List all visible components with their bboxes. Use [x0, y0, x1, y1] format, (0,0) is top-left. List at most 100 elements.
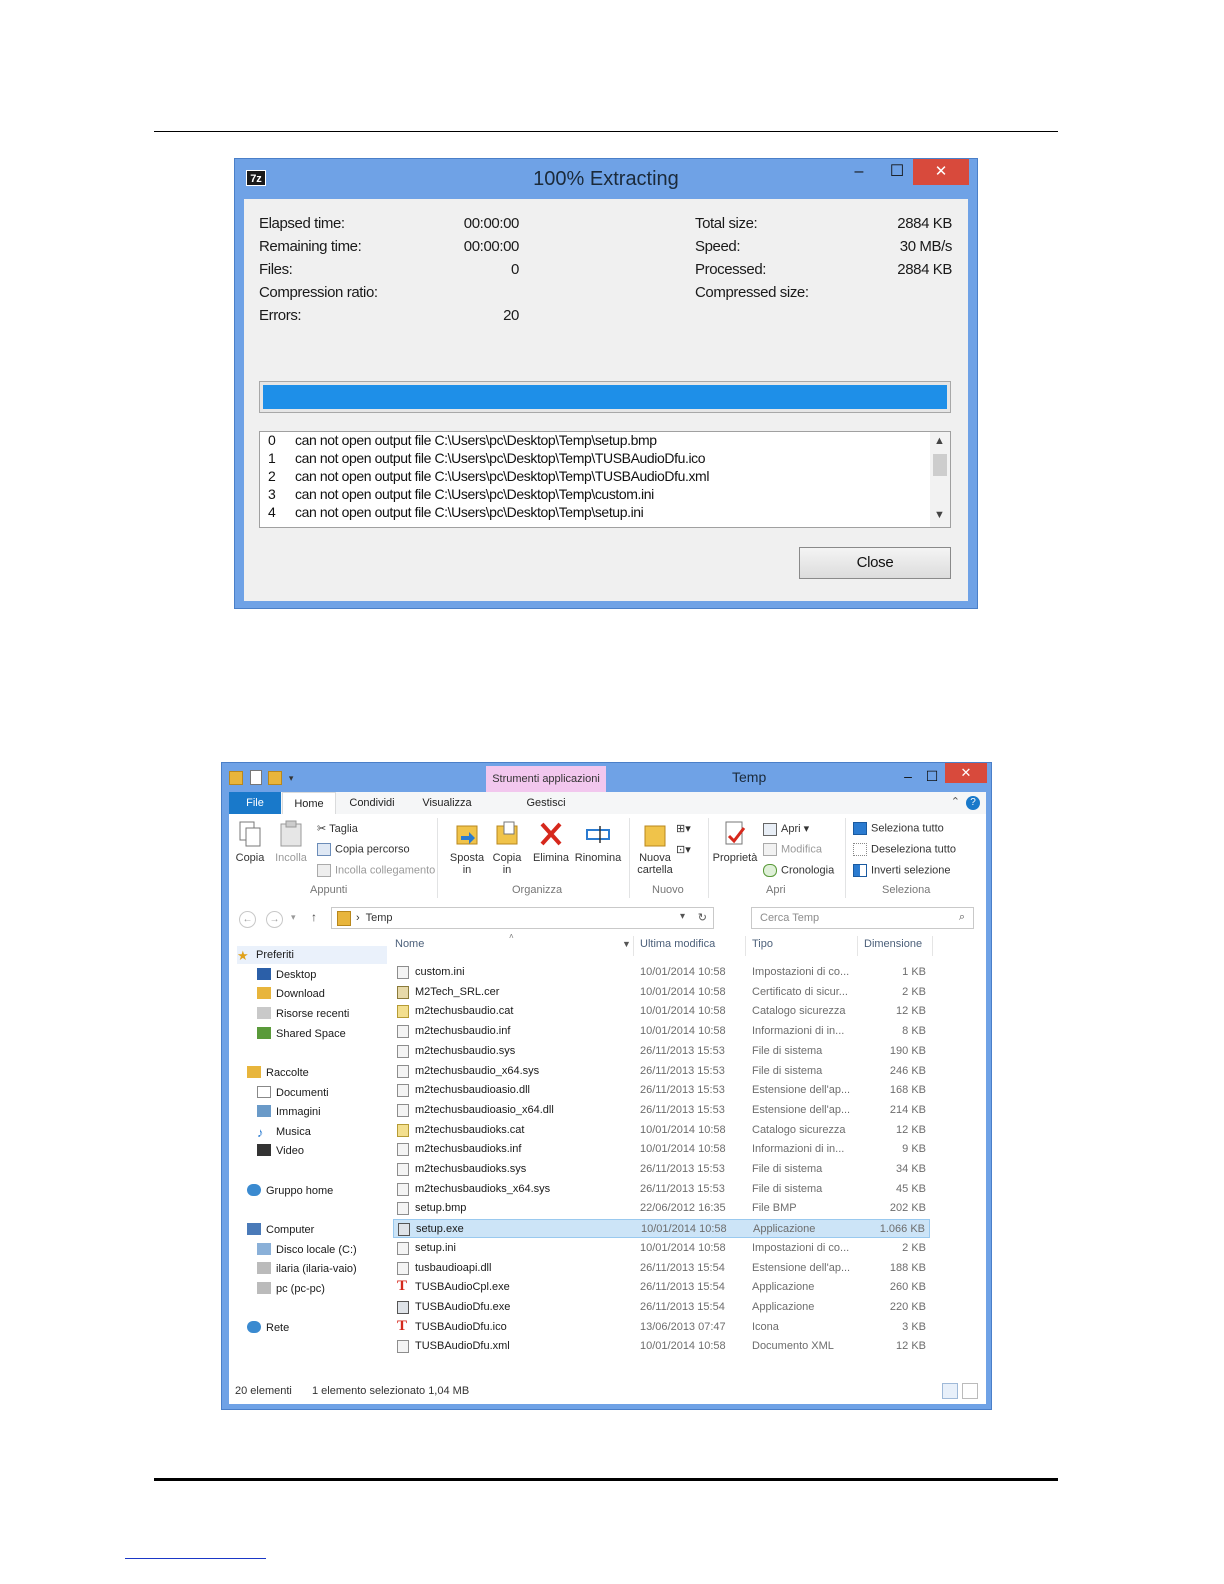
nav-preferiti[interactable]: ★ Preferiti: [237, 946, 387, 964]
file-row[interactable]: custom.ini 10/01/2014 10:58 Impostazioni d…: [393, 963, 930, 982]
file-row[interactable]: m2techusbaudioks.inf 10/01/2014 10:58 Info…: [393, 1140, 930, 1159]
large-icons-view-icon[interactable]: [962, 1383, 978, 1399]
new-folder-button[interactable]: Nuova cartella: [633, 820, 677, 876]
tab-visualizza[interactable]: Visualizza: [415, 792, 479, 814]
file-row[interactable]: TUSBAudioDfu.exe 26/11/2013 15:54 Applicaz…: [393, 1298, 930, 1317]
error-list-scrollbar[interactable]: ▲ ▼: [930, 432, 950, 527]
collapse-ribbon-icon[interactable]: ⌃: [951, 796, 960, 808]
nav-desktop[interactable]: Desktop: [257, 966, 316, 984]
search-box[interactable]: Cerca Temp ⌕: [751, 907, 974, 929]
maximize-button[interactable]: ☐: [879, 159, 915, 185]
file-row[interactable]: m2techusbaudio.cat 10/01/2014 10:58 Catalo…: [393, 1002, 930, 1021]
tab-home[interactable]: Home: [282, 792, 336, 814]
breadcrumb-temp[interactable]: Temp: [366, 912, 393, 924]
easy-access-icon[interactable]: ⊡▾: [676, 843, 691, 856]
address-dropdown-icon[interactable]: ▾: [680, 911, 685, 922]
recent-locations-icon[interactable]: ▾: [291, 912, 296, 923]
nav-download[interactable]: Download: [257, 985, 325, 1003]
file-row[interactable]: m2techusbaudioks.sys 26/11/2013 15:53 File…: [393, 1160, 930, 1179]
tab-file[interactable]: File: [229, 792, 281, 814]
nav-video[interactable]: Video: [257, 1142, 304, 1160]
nav-gruppo-home[interactable]: Gruppo home: [247, 1182, 333, 1200]
file-row[interactable]: m2techusbaudio.sys 26/11/2013 15:53 File d…: [393, 1042, 930, 1061]
file-row[interactable]: m2techusbaudioasio.dll 26/11/2013 15:53 Es…: [393, 1081, 930, 1100]
rename-button[interactable]: Rinomina: [573, 820, 623, 864]
properties-button[interactable]: Proprietà: [712, 820, 758, 864]
nav-rete[interactable]: Rete: [247, 1319, 289, 1337]
column-dropdown-icon[interactable]: ▼: [622, 939, 631, 949]
file-row[interactable]: setup.ini 10/01/2014 10:58 Impostazioni di…: [393, 1239, 930, 1258]
column-header-type[interactable]: Tipo: [752, 938, 773, 950]
nav-shared-space[interactable]: Shared Space: [257, 1025, 346, 1043]
address-bar[interactable]: › Temp ▾ ↻: [331, 907, 714, 929]
column-separator[interactable]: [633, 936, 634, 956]
error-list[interactable]: 0 can not open output file C:\Users\pc\D…: [259, 431, 951, 528]
scroll-down-icon[interactable]: ▼: [934, 509, 945, 521]
cut-button[interactable]: ✂ Taglia: [317, 822, 358, 835]
file-row[interactable]: T TUSBAudioDfu.ico 13/06/2013 07:47 Icona 3 …: [393, 1318, 930, 1337]
back-arrow-icon[interactable]: ←: [239, 911, 256, 928]
file-row[interactable]: m2techusbaudioasio_x64.dll 26/11/2013 15:…: [393, 1101, 930, 1120]
column-header-name[interactable]: Nome: [395, 938, 424, 950]
close-window-button[interactable]: ✕: [945, 763, 987, 783]
select-all-button[interactable]: Seleziona tutto: [853, 822, 944, 835]
folder-icon[interactable]: [229, 770, 243, 785]
qat-dropdown-icon[interactable]: ▾: [289, 773, 294, 784]
delete-button[interactable]: Elimina: [531, 820, 571, 864]
history-button[interactable]: Cronologia: [763, 864, 834, 877]
up-arrow-icon[interactable]: ↑: [311, 910, 317, 924]
paste-button[interactable]: Incolla: [273, 820, 309, 864]
nav-immagini[interactable]: Immagini: [257, 1103, 321, 1121]
file-row[interactable]: setup.bmp 22/06/2012 16:35 File BMP 202 KB: [393, 1199, 930, 1218]
file-row[interactable]: m2techusbaudio_x64.sys 26/11/2013 15:53 Fi…: [393, 1062, 930, 1081]
column-separator[interactable]: [932, 936, 933, 956]
invert-selection-button[interactable]: Inverti selezione: [853, 864, 951, 877]
nav-musica[interactable]: ♪ Musica: [257, 1123, 311, 1141]
scroll-thumb[interactable]: [933, 454, 947, 476]
open-button[interactable]: Apri ▾: [763, 822, 809, 836]
file-row[interactable]: m2techusbaudio.inf 10/01/2014 10:58 Inform…: [393, 1022, 930, 1041]
minimize-button[interactable]: –: [839, 159, 879, 185]
search-input[interactable]: Cerca Temp: [760, 912, 819, 924]
select-none-button[interactable]: Deseleziona tutto: [853, 843, 956, 856]
file-row[interactable]: T TUSBAudioCpl.exe 26/11/2013 15:54 Applica…: [393, 1278, 930, 1297]
column-separator[interactable]: [857, 936, 858, 956]
column-header-size[interactable]: Dimensione: [864, 938, 922, 950]
scroll-up-icon[interactable]: ▲: [934, 435, 945, 447]
help-icon[interactable]: ?: [966, 796, 980, 810]
nav-disco-locale[interactable]: Disco locale (C:): [257, 1241, 357, 1259]
file-row[interactable]: M2Tech_SRL.cer 10/01/2014 10:58 Certificat…: [393, 983, 930, 1002]
maximize-button[interactable]: ☐: [920, 763, 944, 789]
nav-pc[interactable]: pc (pc-pc): [257, 1280, 325, 1298]
file-row[interactable]: setup.exe 10/01/2014 10:58 Applicazione 1.0…: [393, 1219, 930, 1239]
tab-gestisci[interactable]: Gestisci: [491, 792, 601, 814]
edit-button[interactable]: Modifica: [763, 843, 822, 856]
copy-path-button[interactable]: Copia percorso: [317, 843, 410, 856]
file-row[interactable]: tusbaudioapi.dll 26/11/2013 15:54 Estensio…: [393, 1259, 930, 1278]
details-view-icon[interactable]: [942, 1383, 958, 1399]
nav-ilaria[interactable]: ilaria (ilaria-vaio): [257, 1260, 357, 1278]
column-separator[interactable]: [745, 936, 746, 956]
forward-arrow-icon[interactable]: →: [266, 911, 283, 928]
file-row[interactable]: TUSBAudioDfu.xml 10/01/2014 10:58 Document…: [393, 1337, 930, 1356]
file-row[interactable]: m2techusbaudioks_x64.sys 26/11/2013 15:53…: [393, 1180, 930, 1199]
close-button[interactable]: Close: [799, 547, 951, 579]
new-item-icon[interactable]: ⊞▾: [676, 822, 691, 835]
move-to-button[interactable]: Sposta in: [445, 820, 489, 876]
file-row[interactable]: m2techusbaudioks.cat 10/01/2014 10:58 Cata…: [393, 1121, 930, 1140]
nav-raccolte[interactable]: Raccolte: [247, 1064, 309, 1082]
new-folder-icon[interactable]: [268, 770, 283, 785]
properties-icon[interactable]: [249, 770, 262, 786]
copy-button[interactable]: Copia: [233, 820, 267, 864]
search-icon[interactable]: ⌕: [959, 911, 965, 924]
nav-documenti[interactable]: Documenti: [257, 1084, 329, 1102]
refresh-icon[interactable]: ↻: [698, 911, 707, 924]
breadcrumb[interactable]: › Temp: [356, 912, 392, 924]
column-header-modified[interactable]: Ultima modifica: [640, 938, 715, 950]
close-window-button[interactable]: ✕: [913, 159, 969, 185]
copy-to-button[interactable]: Copia in: [487, 820, 527, 876]
paste-shortcut-button[interactable]: Incolla collegamento: [317, 864, 435, 877]
nav-computer[interactable]: Computer: [247, 1221, 314, 1239]
nav-risorse-recenti[interactable]: Risorse recenti: [257, 1005, 349, 1023]
tab-condividi[interactable]: Condividi: [341, 792, 403, 814]
